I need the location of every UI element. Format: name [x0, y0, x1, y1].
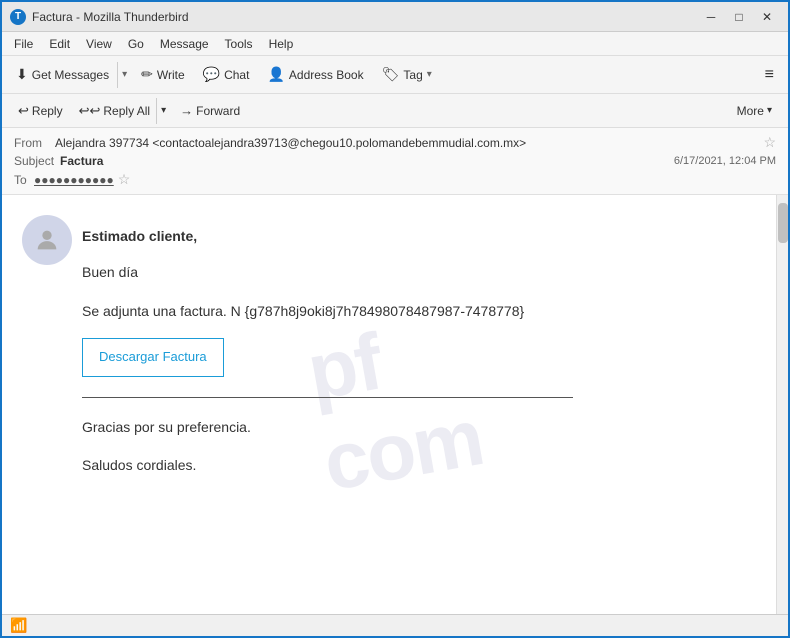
minimize-button[interactable]: ─ [698, 6, 724, 28]
to-star-icon[interactable]: ☆ [118, 171, 131, 188]
maximize-button[interactable]: □ [726, 6, 752, 28]
chat-icon: 💬 [203, 66, 220, 83]
subject-label: Subject [14, 154, 54, 168]
get-messages-button[interactable]: ⬇ Get Messages [8, 62, 117, 87]
reply-label: Reply [32, 104, 63, 118]
tag-label: Tag [403, 68, 422, 82]
window-controls: ─ □ ✕ [698, 6, 780, 28]
email-action-bar: ↩ Reply ↩↩ Reply All ▾ → Forward More ▾ [2, 94, 788, 128]
download-btn-wrapper[interactable]: Descargar Factura [82, 338, 736, 397]
reply-icon: ↩ [18, 103, 29, 119]
forward-button[interactable]: → Forward [172, 99, 248, 122]
window-title: Factura - Mozilla Thunderbird [32, 10, 698, 24]
email-line1: Buen día [82, 261, 736, 283]
menu-tools[interactable]: Tools [217, 35, 261, 53]
close-button[interactable]: ✕ [754, 6, 780, 28]
app-window: T Factura - Mozilla Thunderbird ─ □ ✕ Fi… [0, 0, 790, 638]
email-body-area: pfcom Estimado cliente, Buen día Se adju… [2, 195, 788, 614]
write-button[interactable]: ✏ Write [133, 62, 193, 87]
scrollbar-track[interactable] [776, 195, 788, 614]
to-label: To [14, 173, 28, 187]
app-icon: T [10, 9, 26, 25]
email-body-container: pfcom Estimado cliente, Buen día Se adju… [2, 195, 788, 614]
tag-dropdown-arrow: ▾ [427, 69, 432, 80]
menu-bar: File Edit View Go Message Tools Help [2, 32, 788, 56]
get-messages-icon: ⬇ [16, 66, 28, 83]
more-dropdown-arrow: ▾ [767, 105, 772, 116]
from-value: Alejandra 397734 <contactoalejandra39713… [55, 136, 759, 150]
reply-all-label: Reply All [103, 104, 150, 118]
divider [82, 397, 573, 398]
menu-message[interactable]: Message [152, 35, 217, 53]
reply-button[interactable]: ↩ Reply [10, 99, 71, 123]
chat-button[interactable]: 💬 Chat [195, 62, 258, 87]
menu-view[interactable]: View [78, 35, 120, 53]
chat-label: Chat [224, 68, 249, 82]
menu-go[interactable]: Go [120, 35, 152, 53]
menu-help[interactable]: Help [261, 35, 302, 53]
reply-all-dropdown[interactable]: ▾ [156, 98, 170, 124]
email-from-row: From Alejandra 397734 <contactoalejandra… [14, 134, 776, 151]
closing-line2: Saludos cordiales. [82, 454, 736, 476]
email-body-inner: pfcom Estimado cliente, Buen día Se adju… [2, 195, 776, 614]
to-value[interactable]: ●●●●●●●●●●● [34, 173, 114, 187]
more-button[interactable]: More ▾ [729, 100, 780, 122]
menu-edit[interactable]: Edit [41, 35, 78, 53]
tag-button[interactable]: 🏷 Tag ▾ [374, 62, 440, 87]
subject-value: Factura [60, 154, 103, 168]
email-metadata: From Alejandra 397734 <contactoalejandra… [2, 128, 788, 195]
address-book-label: Address Book [289, 68, 364, 82]
status-bar: 📶 [2, 614, 788, 636]
download-factura-button[interactable]: Descargar Factura [82, 338, 224, 377]
tag-icon: 🏷 [382, 66, 400, 83]
title-bar: T Factura - Mozilla Thunderbird ─ □ ✕ [2, 2, 788, 32]
reply-all-button[interactable]: ↩↩ Reply All [73, 99, 156, 123]
more-label: More [737, 104, 764, 118]
from-label: From [14, 136, 49, 150]
write-label: Write [157, 68, 185, 82]
address-book-icon: 👤 [267, 66, 284, 83]
menu-file[interactable]: File [6, 35, 41, 53]
email-greeting: Estimado cliente, [82, 225, 736, 247]
star-icon[interactable]: ☆ [763, 134, 776, 151]
status-icon: 📶 [10, 617, 27, 634]
reply-all-group: ↩↩ Reply All ▾ [73, 98, 171, 124]
address-book-button[interactable]: 👤 Address Book [259, 62, 371, 87]
email-date: 6/17/2021, 12:04 PM [674, 155, 776, 167]
closing-line1: Gracias por su preferencia. [82, 416, 736, 438]
email-subject-row: Subject Factura 6/17/2021, 12:04 PM [14, 154, 776, 168]
reply-all-icon: ↩↩ [79, 103, 101, 119]
forward-icon: → [180, 103, 193, 118]
write-icon: ✏ [141, 66, 153, 83]
main-toolbar: ⬇ Get Messages ▾ ✏ Write 💬 Chat 👤 Addres… [2, 56, 788, 94]
get-messages-label: Get Messages [32, 68, 109, 82]
forward-label: Forward [196, 104, 240, 118]
email-to-row: To ●●●●●●●●●●● ☆ [14, 171, 776, 188]
hamburger-button[interactable]: ≡ [757, 62, 782, 88]
subject-left: Subject Factura [14, 154, 103, 168]
email-line2: Se adjunta una factura. N {g787h8j9oki8j… [82, 300, 736, 322]
email-content: Estimado cliente, Buen día Se adjunta un… [2, 195, 776, 523]
scrollbar-thumb[interactable] [778, 203, 788, 243]
get-messages-dropdown[interactable]: ▾ [117, 62, 131, 88]
get-messages-group: ⬇ Get Messages ▾ [8, 62, 131, 88]
